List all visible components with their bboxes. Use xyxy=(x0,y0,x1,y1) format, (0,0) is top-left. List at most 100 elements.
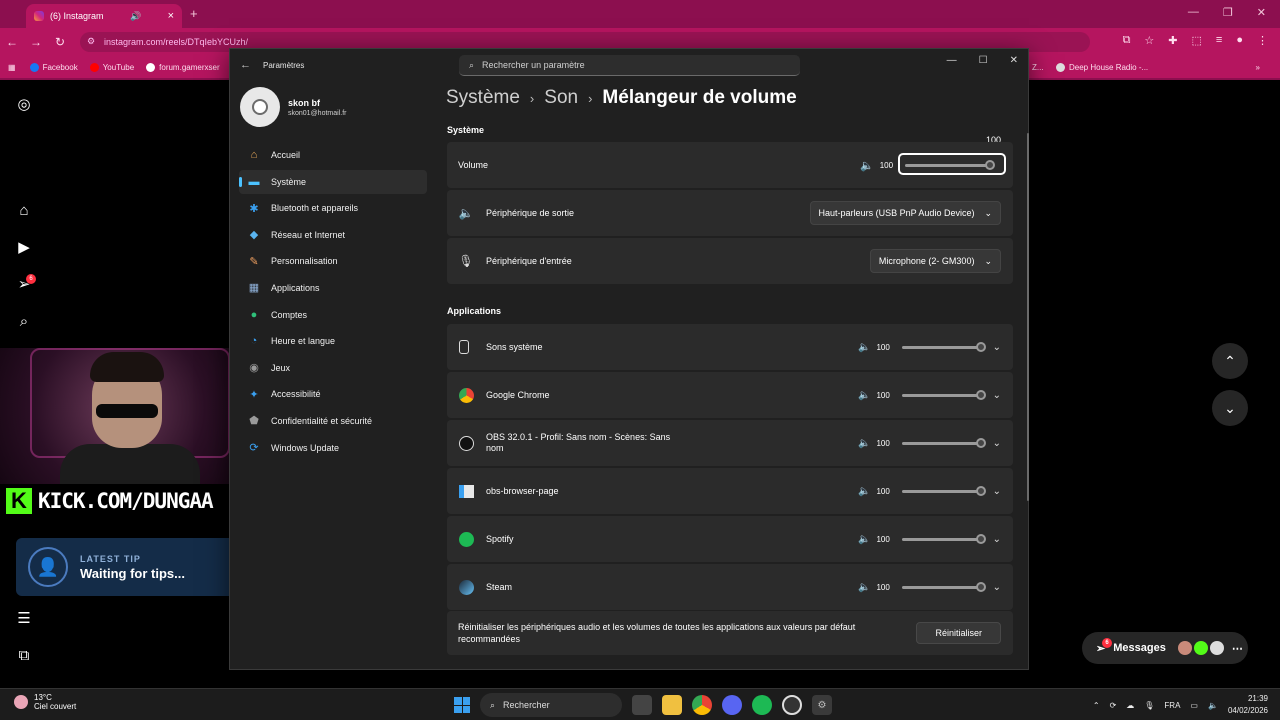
bookmark-youtube[interactable]: YouTube xyxy=(89,62,134,72)
sidebar-item-gaming[interactable]: ◉ Jeux xyxy=(239,356,427,380)
spotify-icon[interactable] xyxy=(752,695,772,715)
start-icon[interactable] xyxy=(454,697,470,713)
sidebar-item-time-language[interactable]: ◔ Heure et langue xyxy=(239,329,427,353)
sidebar-item-shield[interactable]: ⬟ Confidentialité et sécurité xyxy=(239,409,427,433)
output-device-row[interactable]: 🔈 Périphérique de sortie Haut-parleurs (… xyxy=(447,190,1013,236)
sidebar-item-bluetooth[interactable]: ✱ Bluetooth et appareils xyxy=(239,196,427,220)
close-icon[interactable]: ✕ xyxy=(1010,55,1018,66)
chevron-down-icon[interactable]: ⌄ xyxy=(993,486,1001,497)
sync-icon[interactable]: ⟳ xyxy=(1110,701,1117,710)
scrollbar[interactable] xyxy=(1027,133,1029,501)
bookmark-forum[interactable]: forum.gamerxser xyxy=(146,62,220,72)
app-volume-slider[interactable]: 🔈 100 xyxy=(858,485,986,497)
back-arrow-icon[interactable]: ← xyxy=(240,59,251,71)
new-tab-button[interactable]: + xyxy=(190,6,198,21)
input-device-select[interactable]: Microphone (2- GM300) ⌄ xyxy=(869,249,1001,273)
slider-track[interactable] xyxy=(901,389,986,400)
discord-icon[interactable] xyxy=(722,695,742,715)
chevron-down-icon[interactable]: ⌄ xyxy=(993,390,1001,401)
extension-icon[interactable]: ✚ xyxy=(1168,34,1177,47)
speaker-icon[interactable]: 🔈 xyxy=(858,438,870,449)
reset-button[interactable]: Réinitialiser xyxy=(916,622,1001,644)
chevron-down-icon[interactable]: ⌄ xyxy=(993,438,1001,449)
chevron-down-icon[interactable]: ⌄ xyxy=(993,582,1001,593)
menu-icon[interactable]: ⋮ xyxy=(1257,34,1268,47)
sidebar-item-accounts[interactable]: ● Comptes xyxy=(239,303,427,327)
next-reel-button[interactable]: ⌄ xyxy=(1212,390,1248,426)
sidebar-item-update[interactable]: ⟳ Windows Update xyxy=(239,436,427,460)
back-icon[interactable]: ← xyxy=(0,35,24,49)
bookmark-z[interactable]: Z... xyxy=(1032,63,1044,72)
star-icon[interactable]: ☆ xyxy=(1144,34,1154,47)
speaker-icon[interactable]: 🔈 xyxy=(858,534,870,545)
slider-track[interactable] xyxy=(901,437,986,448)
sidebar-item-home[interactable]: ⌂ Accueil xyxy=(239,143,427,167)
settings-search-input[interactable]: ⌕ Rechercher un paramètre xyxy=(459,55,800,76)
speaker-icon[interactable]: 🔈 xyxy=(858,582,870,593)
bookmarks-overflow-icon[interactable]: » xyxy=(1256,63,1260,72)
slider-thumb[interactable] xyxy=(975,389,986,400)
install-icon[interactable]: ⧉ xyxy=(1123,34,1131,47)
speaker-icon[interactable]: 🔈 xyxy=(858,390,870,401)
obs-icon[interactable] xyxy=(782,695,802,715)
breadcrumb-system[interactable]: Système xyxy=(446,87,520,109)
file-explorer-icon[interactable] xyxy=(662,695,682,715)
close-tab-icon[interactable]: × xyxy=(168,10,174,22)
slider-track[interactable] xyxy=(901,581,986,592)
microphone-icon[interactable]: 🎙 xyxy=(1144,701,1154,710)
cloud-icon[interactable]: ☁ xyxy=(1126,701,1134,710)
settings-icon[interactable]: ⚙ xyxy=(812,695,832,715)
instagram-logo-icon[interactable]: ◎ xyxy=(16,96,32,113)
search-icon[interactable]: ⌕ xyxy=(16,313,32,330)
task-view-icon[interactable] xyxy=(632,695,652,715)
maximize-icon[interactable]: ❐ xyxy=(1223,6,1233,19)
app-volume-slider[interactable]: 🔈 100 xyxy=(858,437,986,449)
previous-reel-button[interactable]: ⌃ xyxy=(1212,343,1248,379)
slider-thumb[interactable] xyxy=(975,485,986,496)
media-icon[interactable]: ≡ xyxy=(1216,34,1222,47)
app-volume-slider[interactable]: 🔈 100 xyxy=(858,389,986,401)
app-volume-slider[interactable]: 🔈 100 xyxy=(858,581,986,593)
audio-icon[interactable]: 🔊 xyxy=(130,11,141,22)
speaker-icon[interactable]: 🔈 xyxy=(858,486,870,497)
input-device-row[interactable]: 🎙 Périphérique d'entrée Microphone (2- G… xyxy=(447,238,1013,284)
slider-thumb[interactable] xyxy=(975,581,986,592)
sidebar-item-brush[interactable]: ✎ Personnalisation xyxy=(239,249,427,273)
user-profile[interactable]: skon bf skon01@hotmail.fr xyxy=(240,87,346,127)
bookmark-deep-house[interactable]: Deep House Radio -... xyxy=(1056,62,1148,72)
sidebar-item-accessibility[interactable]: ✦ Accessibilité xyxy=(239,382,427,406)
breadcrumb-sound[interactable]: Son xyxy=(544,87,578,109)
profile-icon[interactable]: ● xyxy=(1236,34,1243,47)
messages-button[interactable]: ➢ 6 Messages ⋯ xyxy=(1082,632,1248,664)
sidebar-item-apps[interactable]: ▦ Applications xyxy=(239,276,427,300)
weather-widget[interactable]: 13°C Ciel couvert xyxy=(14,693,76,711)
site-info-icon[interactable]: ⚙ xyxy=(87,36,95,47)
slider-track[interactable] xyxy=(901,533,986,544)
volume-icon[interactable]: 🔈 xyxy=(1208,701,1218,710)
slider-track[interactable] xyxy=(901,341,986,352)
slider-thumb[interactable] xyxy=(975,437,986,448)
clock[interactable]: 21:39 04/02/2026 xyxy=(1228,693,1268,717)
more-icon[interactable]: ⋯ xyxy=(1232,642,1243,655)
meta-icon[interactable]: ⧉ xyxy=(16,647,32,664)
close-icon[interactable]: ✕ xyxy=(1257,6,1266,19)
more-menu-icon[interactable]: ☰ xyxy=(16,610,32,627)
forward-icon[interactable]: → xyxy=(24,35,48,49)
taskbar-search[interactable]: ⌕ Rechercher xyxy=(480,693,622,717)
reels-icon[interactable]: ▶ xyxy=(16,239,32,256)
minimize-icon[interactable]: — xyxy=(947,55,957,66)
reload-icon[interactable]: ↻ xyxy=(48,35,72,49)
slider-track[interactable] xyxy=(901,485,986,496)
minimize-icon[interactable]: — xyxy=(1188,6,1199,19)
maximize-icon[interactable]: ☐ xyxy=(979,55,988,66)
puzzle-icon[interactable]: ⬚ xyxy=(1192,34,1202,47)
speaker-icon[interactable]: 🔈 xyxy=(858,342,870,353)
home-icon[interactable]: ⌂ xyxy=(16,202,32,219)
output-device-select[interactable]: Haut-parleurs (USB PnP Audio Device) ⌄ xyxy=(809,201,1001,225)
chevron-down-icon[interactable]: ⌄ xyxy=(993,534,1001,545)
tab-instagram[interactable]: (6) Instagram 🔊 × xyxy=(26,4,182,28)
speaker-icon[interactable]: 🔈 xyxy=(860,159,874,172)
apps-grid-icon[interactable]: ▦ xyxy=(8,63,16,72)
sidebar-item-system[interactable]: ▬ Système xyxy=(239,169,427,194)
bookmark-facebook[interactable]: Facebook xyxy=(29,62,78,72)
